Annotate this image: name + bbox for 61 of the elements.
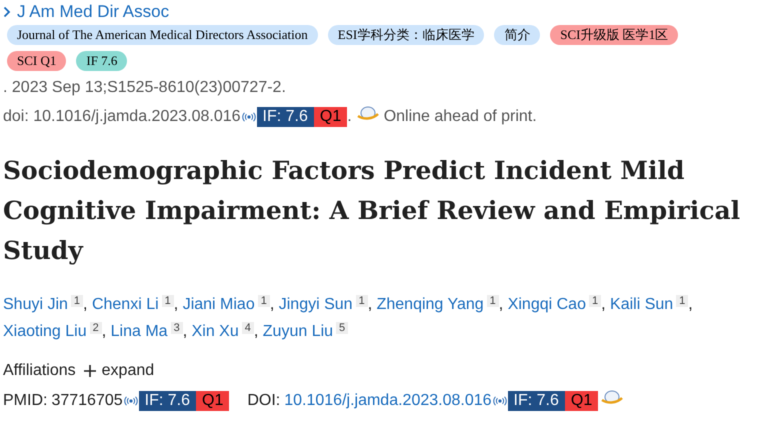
expand-toggle[interactable]: expand — [84, 359, 154, 383]
impact-factor-badge: IF: 7.6 — [508, 391, 565, 411]
author-link[interactable]: Xiaoting Liu — [3, 323, 87, 340]
author-link[interactable]: Shuyi Jin — [3, 296, 68, 313]
broadcast-icon[interactable] — [124, 396, 138, 406]
period-text: . — [347, 107, 352, 127]
comma: , — [174, 296, 178, 313]
journal-link[interactable]: J Am Med Dir Assoc — [17, 0, 170, 25]
affiliation-number[interactable]: 2 — [90, 322, 102, 334]
pmid-value: 37716705 — [51, 391, 123, 411]
pmid-label: PMID: — [3, 391, 48, 411]
author-link[interactable]: Xingqi Cao — [508, 296, 586, 313]
affiliation-number[interactable]: 1 — [588, 294, 602, 306]
affiliation-number[interactable]: 1 — [676, 294, 688, 306]
citation-text: . 2023 Sep 13;S1525-8610(23)00727-2. — [3, 78, 287, 98]
affiliation-number[interactable]: 3 — [170, 322, 183, 334]
author-link[interactable]: Xin Xu — [192, 323, 239, 340]
author-link[interactable]: Zhenqing Yang — [376, 296, 484, 313]
quartile-badge: Q1 — [314, 107, 348, 127]
affiliation-number[interactable]: 1 — [258, 294, 270, 306]
plus-icon — [84, 365, 96, 377]
chevron-right-icon — [3, 6, 11, 18]
author-link[interactable]: Zuyun Liu — [262, 323, 334, 340]
affiliation-number[interactable]: 1 — [70, 294, 84, 306]
comma: , — [498, 296, 504, 313]
affiliations-label: Affiliations — [3, 361, 76, 381]
comma: , — [601, 296, 606, 313]
impact-factor-badge: IF: 7.6 — [256, 107, 314, 127]
broadcast-icon[interactable] — [492, 396, 507, 406]
publication-status: Online ahead of print. — [384, 107, 537, 127]
quartile-badge: Q1 — [196, 391, 230, 411]
quartile-badge: Q1 — [564, 391, 598, 411]
impact-factor-badge: IF: 7.6 — [138, 391, 196, 411]
comma: , — [102, 323, 106, 340]
comma: , — [688, 296, 693, 313]
doi-text: doi: 10.1016/j.jamda.2023.08.016 — [3, 107, 241, 127]
tag[interactable]: 简介 — [494, 25, 540, 45]
author-link[interactable]: Lina Ma — [110, 323, 168, 340]
affiliation-number[interactable]: 1 — [486, 294, 499, 306]
author-link[interactable]: Jingyi Sun — [278, 296, 353, 313]
comma: , — [270, 296, 274, 313]
tag[interactable]: ESI学科分类：临床医学 — [328, 25, 484, 45]
doi-link[interactable]: 10.1016/j.jamda.2023.08.016 — [284, 389, 492, 413]
affiliation-number[interactable]: 1 — [356, 294, 368, 306]
author-link[interactable]: Chenxi Li — [92, 296, 159, 313]
doi-label: DOI: — [247, 391, 280, 411]
comma: , — [368, 296, 372, 313]
article-title: Sociodemographic Factors Predict Incident Mild Cognitive Impairment: A Brief Review and Empirical Study — [3, 155, 742, 267]
comma: , — [83, 296, 88, 313]
tag[interactable]: SCI升级版 医学1区 — [550, 25, 678, 45]
affiliation-number[interactable]: 1 — [162, 294, 174, 306]
comma: , — [182, 323, 188, 340]
broadcast-icon[interactable] — [242, 112, 256, 122]
affiliation-number[interactable]: 5 — [336, 322, 348, 334]
affiliation-number[interactable]: 4 — [242, 322, 254, 334]
tag[interactable]: IF 7.6 — [76, 51, 128, 71]
comma: , — [254, 323, 258, 340]
author-link[interactable]: Kaili Sun — [610, 296, 674, 313]
tag[interactable]: SCI Q1 — [7, 51, 66, 71]
tag[interactable]: Journal of The American Medical Directors Association — [7, 25, 318, 45]
author-link[interactable]: Jiani Miao — [182, 296, 255, 313]
